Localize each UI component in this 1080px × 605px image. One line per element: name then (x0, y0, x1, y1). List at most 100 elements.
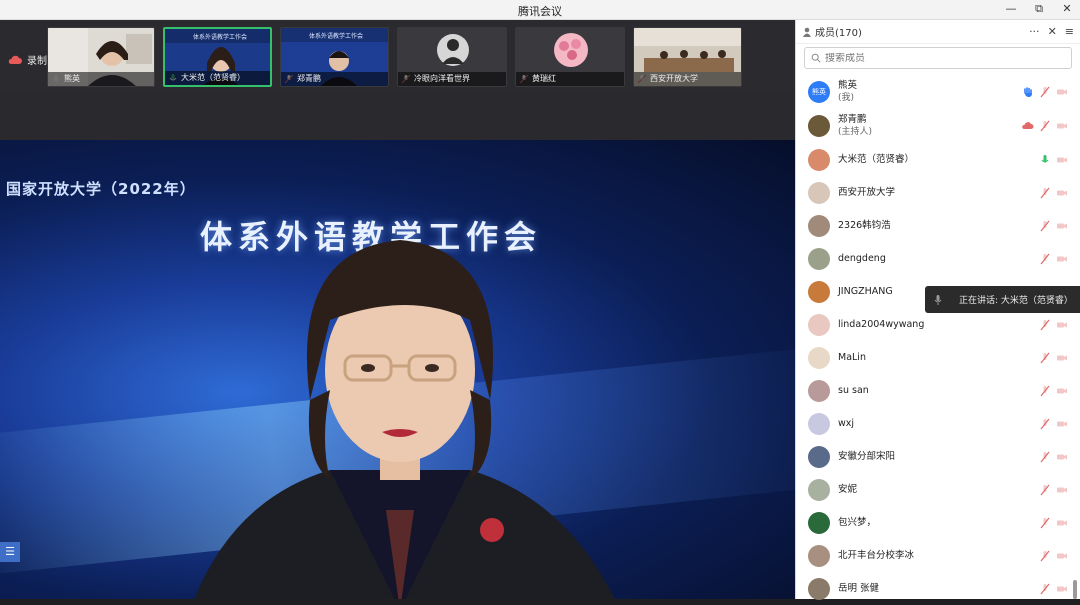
camera-off-icon[interactable] (1056, 352, 1068, 364)
member-name: 安妮 (838, 484, 858, 495)
camera-off-icon[interactable] (1056, 86, 1068, 98)
mic-muted-icon[interactable] (1039, 220, 1051, 232)
member-row[interactable]: 包兴梦， (796, 506, 1080, 539)
mic-muted-icon[interactable] (1039, 120, 1051, 132)
member-row[interactable]: 大米范（范贤睿） (796, 143, 1080, 176)
member-avatar (808, 412, 830, 435)
member-row[interactable]: su san (796, 374, 1080, 407)
member-row[interactable]: 北开丰台分校李冰 (796, 539, 1080, 572)
member-name: 岳明 张健 (838, 583, 880, 594)
mic-muted-icon[interactable] (1039, 451, 1051, 463)
camera-off-icon[interactable] (1056, 120, 1068, 132)
video-stage: 录制中 熊英 体系外语教学工作会 大米范（范贤睿） 体系外语教学工作会 郑青鹏 … (0, 20, 795, 599)
video-thumbnail[interactable]: 冷眼向洋看世界 (397, 27, 507, 87)
camera-off-icon[interactable] (1056, 517, 1068, 529)
member-row[interactable]: 岳明 张健 (796, 572, 1080, 605)
member-status-icons (1039, 352, 1068, 364)
video-thumbnail[interactable]: 黄瑞红 (515, 27, 625, 87)
member-row[interactable]: 西安开放大学 (796, 176, 1080, 209)
mic-muted-icon[interactable] (1039, 86, 1051, 98)
minimize-button[interactable]: — (1004, 2, 1018, 16)
svg-text:体系外语教学工作会: 体系外语教学工作会 (193, 33, 247, 41)
member-info: 西安开放大学 (838, 186, 895, 199)
mic-muted-icon[interactable] (1039, 352, 1051, 364)
member-row[interactable]: 2326韩钧浩 (796, 209, 1080, 242)
member-row[interactable]: wxj (796, 407, 1080, 440)
camera-off-icon[interactable] (1056, 187, 1068, 199)
camera-off-icon[interactable] (1056, 451, 1068, 463)
member-search-input[interactable] (825, 52, 1065, 64)
close-panel-button[interactable]: ✕ (1048, 25, 1057, 38)
scrollbar[interactable] (1073, 580, 1077, 599)
member-info: linda2004wywang (838, 318, 924, 331)
camera-off-icon[interactable] (1056, 484, 1068, 496)
camera-off-icon[interactable] (1056, 550, 1068, 562)
raised-hand-icon[interactable] (1022, 86, 1034, 98)
mic-muted-icon[interactable] (1039, 187, 1051, 199)
mic-muted-icon[interactable] (1039, 319, 1051, 331)
member-status-icons (1039, 253, 1068, 265)
member-status-icons (1039, 187, 1068, 199)
mic-muted-icon[interactable] (1039, 517, 1051, 529)
member-info: 安妮 (838, 483, 857, 496)
member-avatar (808, 544, 830, 567)
main-speaker-video[interactable]: 国家开放大学（2022年） 体系外语教学工作会 ☰ (0, 140, 795, 599)
close-window-button[interactable]: ✕ (1060, 2, 1074, 16)
video-thumbnail[interactable]: 体系外语教学工作会 郑青鹏 (280, 27, 389, 87)
camera-off-icon[interactable] (1056, 154, 1068, 166)
member-row[interactable]: 安徽分部宋阳 (796, 440, 1080, 473)
video-heading-small: 国家开放大学（2022年） (6, 180, 196, 198)
camera-off-icon[interactable] (1056, 319, 1068, 331)
video-thumbnail[interactable]: 熊英 (47, 27, 155, 87)
member-status-icons (1022, 120, 1068, 132)
member-status-icons (1022, 86, 1068, 98)
member-status-icons (1039, 418, 1068, 430)
restore-button[interactable]: ⧉ (1032, 2, 1046, 16)
member-row[interactable]: 郑青鹏 (主持人) (796, 109, 1080, 143)
member-name: 大米范（范贤睿） (838, 154, 915, 165)
mic-muted-icon[interactable] (1039, 253, 1051, 265)
mic-muted-icon[interactable] (1039, 484, 1051, 496)
member-row[interactable]: dengdeng (796, 242, 1080, 275)
mic-on-icon[interactable] (1039, 154, 1051, 166)
cloud-record-icon[interactable] (1022, 120, 1034, 132)
member-search[interactable] (804, 47, 1072, 69)
mic-muted-icon[interactable] (1039, 550, 1051, 562)
camera-off-icon[interactable] (1056, 253, 1068, 265)
mic-muted-icon[interactable] (1039, 385, 1051, 397)
members-icon (803, 27, 811, 37)
camera-off-icon[interactable] (1056, 583, 1068, 595)
member-avatar (808, 148, 830, 171)
member-row[interactable]: 安妮 (796, 473, 1080, 506)
member-row[interactable]: MaLin (796, 341, 1080, 374)
speaking-text: 正在讲话: 大米范（范贤睿） (959, 296, 1073, 306)
svg-text:体系外语教学工作会: 体系外语教学工作会 (309, 32, 363, 40)
camera-off-icon[interactable] (1056, 418, 1068, 430)
thumbnail-label: 西安开放大学 (634, 72, 741, 86)
video-thumbnail-active-speaker[interactable]: 体系外语教学工作会 大米范（范贤睿） (163, 27, 272, 87)
side-menu-button[interactable]: ☰ (0, 542, 20, 562)
member-status-icons (1039, 451, 1068, 463)
panel-menu-button[interactable]: ≡ (1065, 25, 1074, 38)
speaker-figure (194, 240, 615, 599)
video-toolbar-area (0, 92, 795, 142)
cloud-record-icon (8, 55, 22, 64)
video-thumbnail[interactable]: 西安开放大学 (633, 27, 742, 87)
more-options-button[interactable]: ··· (1029, 25, 1040, 38)
member-info: 包兴梦， (838, 516, 876, 529)
member-info: dengdeng (838, 252, 886, 265)
member-avatar (808, 115, 830, 137)
member-name: dengdeng (838, 253, 886, 264)
member-name: 郑青鹏 (838, 114, 867, 125)
thumbnail-label: 熊英 (48, 72, 154, 86)
member-avatar (808, 511, 830, 534)
mic-muted-icon[interactable] (1039, 583, 1051, 595)
member-list: 熊英 熊英 (我) 郑青鹏 (主持人) 大米范（范贤睿） 西安开放大学 2326韩钧浩 deng… (796, 75, 1080, 605)
camera-off-icon[interactable] (1056, 220, 1068, 232)
camera-off-icon[interactable] (1056, 385, 1068, 397)
member-status-icons (1039, 220, 1068, 232)
mic-muted-icon[interactable] (1039, 418, 1051, 430)
members-panel-header: 成员(170) ··· ✕ ≡ (796, 20, 1080, 44)
member-row[interactable]: 熊英 熊英 (我) (796, 75, 1080, 109)
member-status-icons (1039, 517, 1068, 529)
